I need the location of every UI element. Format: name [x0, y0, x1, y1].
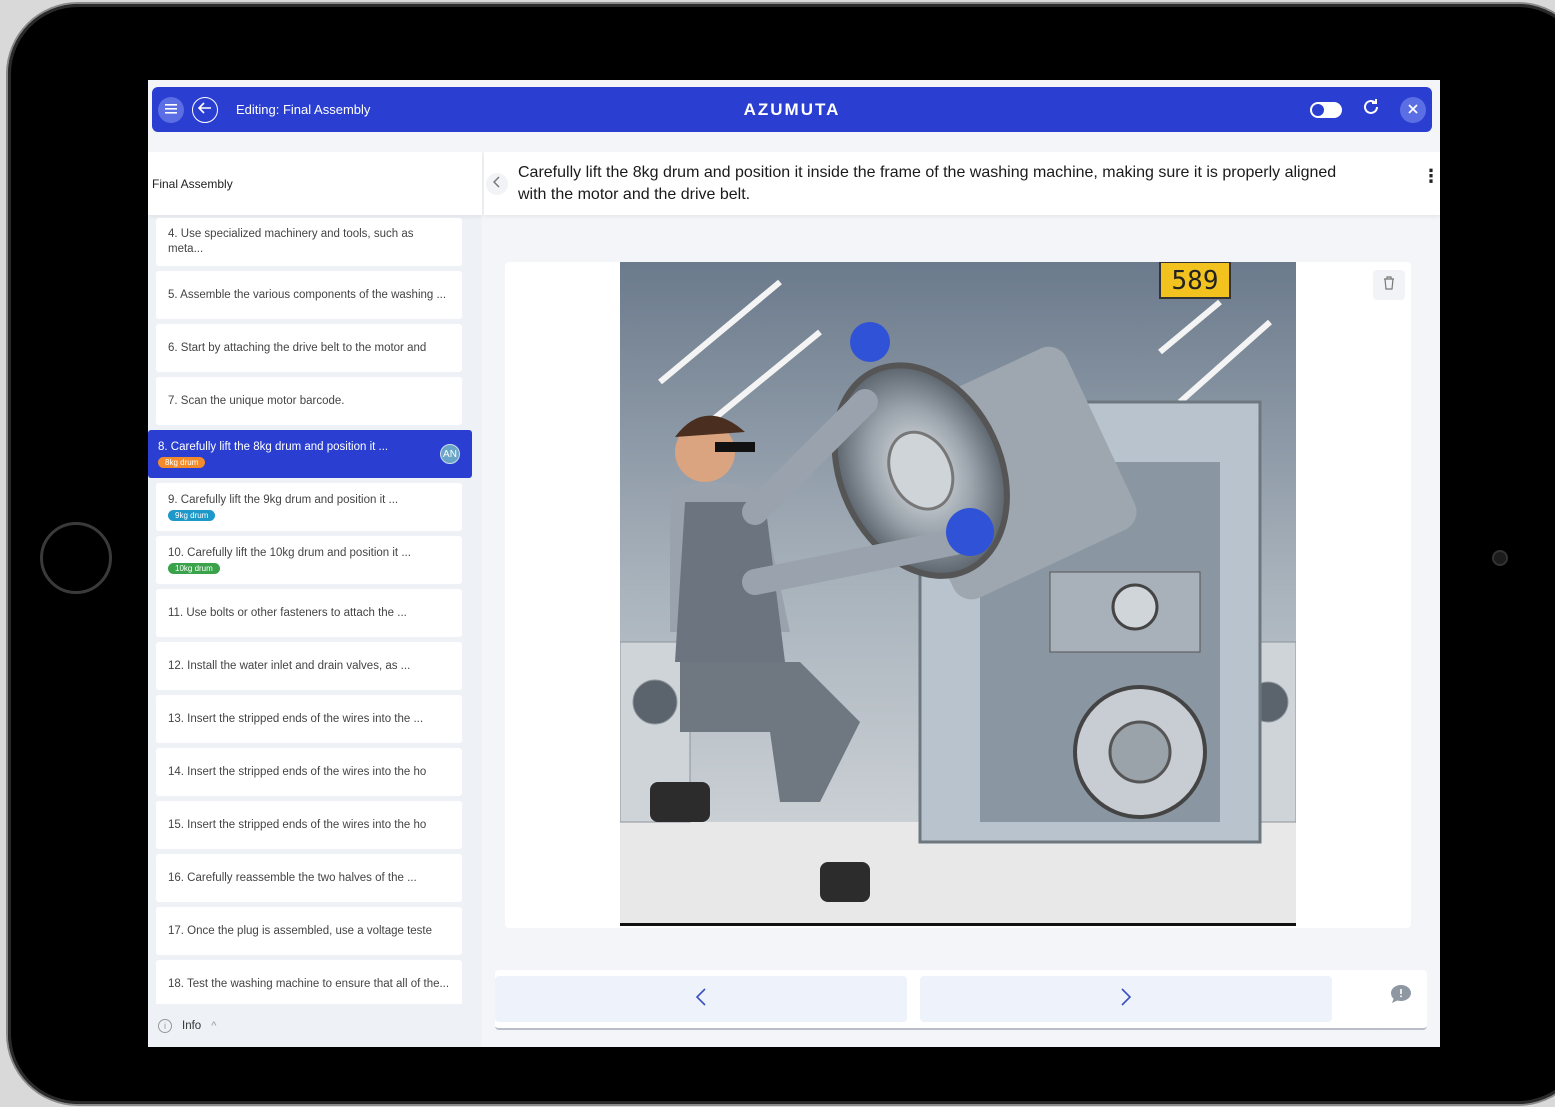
step-item-5[interactable]: 5. Assemble the various components of th… [156, 271, 462, 319]
top-bar-right [1310, 96, 1432, 123]
media-card: 589 [505, 262, 1411, 928]
step-item-11[interactable]: 11. Use bolts or other fasteners to atta… [156, 589, 462, 637]
back-button[interactable] [192, 96, 218, 123]
info-toggle[interactable]: i Info ^ [148, 1005, 482, 1047]
machine-number-label: 589 [1172, 266, 1219, 296]
menu-button[interactable] [158, 96, 184, 123]
step-list[interactable]: 4. Use specialized machinery and tools, … [148, 218, 482, 1004]
step-navigation [495, 970, 1427, 1030]
delete-media-button[interactable] [1373, 270, 1405, 300]
step-item-8-active[interactable]: 8. Carefully lift the 8kg drum and posit… [148, 430, 472, 478]
camera-dot [1492, 550, 1508, 566]
step-instruction: Carefully lift the 8kg drum and position… [518, 163, 1337, 203]
previous-step-button[interactable] [495, 976, 907, 1022]
sidebar-header: Final Assembly [148, 152, 482, 215]
hamburger-icon [165, 101, 177, 119]
home-button [40, 522, 112, 594]
info-label: Info [182, 1020, 202, 1032]
instruction-header: Carefully lift the 8kg drum and position… [484, 152, 1440, 215]
main-panel: Carefully lift the 8kg drum and position… [484, 152, 1440, 1047]
info-icon: i [158, 1019, 172, 1033]
steps-sidebar: Final Assembly 4. Use specialized machin… [148, 152, 482, 1047]
arrow-left-icon [197, 101, 212, 119]
step-label: 5. Assemble the various components of th… [168, 288, 447, 301]
step-label: 15. Insert the stripped ends of the wire… [168, 818, 427, 831]
step-tag-badge: 10kg drum [168, 563, 220, 574]
step-label: 18. Test the washing machine to ensure t… [168, 977, 450, 990]
step-item-15[interactable]: 15. Insert the stripped ends of the wire… [156, 801, 462, 849]
step-label: 13. Insert the stripped ends of the wire… [168, 712, 424, 725]
step-tag-badge: 8kg drum [158, 457, 206, 468]
step-item-4[interactable]: 4. Use specialized machinery and tools, … [156, 218, 462, 266]
step-label: 6. Start by attaching the drive belt to … [168, 341, 427, 354]
step-item-12[interactable]: 12. Install the water inlet and drain va… [156, 642, 462, 690]
app-screen: Editing: Final Assembly AZUMUTA Final As… [148, 80, 1440, 1047]
step-label: 9. Carefully lift the 9kg drum and posit… [168, 494, 399, 506]
step-label: 14. Insert the stripped ends of the wire… [168, 765, 427, 778]
step-label: 4. Use specialized machinery and tools, … [168, 228, 414, 255]
next-step-button[interactable] [920, 976, 1332, 1022]
chevron-left-icon [695, 987, 706, 1011]
mode-toggle[interactable] [1310, 101, 1342, 118]
page-title: Editing: Final Assembly [236, 102, 371, 117]
refresh-icon[interactable] [1362, 98, 1380, 121]
step-label: 7. Scan the unique motor barcode. [168, 394, 345, 407]
step-item-9[interactable]: 9. Carefully lift the 9kg drum and posit… [156, 483, 462, 531]
comment-icon [1390, 984, 1412, 1009]
step-item-17[interactable]: 17. Once the plug is assembled, use a vo… [156, 907, 462, 955]
step-item-13[interactable]: 13. Insert the stripped ends of the wire… [156, 695, 462, 743]
step-item-16[interactable]: 16. Carefully reassemble the two halves … [156, 854, 462, 902]
step-item-6[interactable]: 6. Start by attaching the drive belt to … [156, 324, 462, 372]
close-icon [1408, 101, 1418, 119]
chevron-up-icon: ^ [211, 1020, 217, 1032]
step-label: 10. Carefully lift the 10kg drum and pos… [168, 547, 411, 559]
close-button[interactable] [1400, 96, 1426, 123]
trash-icon [1383, 275, 1395, 295]
step-label: 8. Carefully lift the 8kg drum and posit… [158, 441, 389, 453]
comment-button[interactable] [1389, 984, 1413, 1008]
step-label: 16. Carefully reassemble the two halves … [168, 871, 417, 884]
step-label: 17. Once the plug is assembled, use a vo… [168, 924, 433, 937]
step-item-10[interactable]: 10. Carefully lift the 10kg drum and pos… [156, 536, 462, 584]
top-bar-left: Editing: Final Assembly [152, 96, 552, 123]
step-item-14[interactable]: 14. Insert the stripped ends of the wire… [156, 748, 462, 796]
assembly-photo: 589 [620, 262, 1296, 926]
step-label: 11. Use bolts or other fasteners to atta… [168, 606, 407, 619]
step-tag-badge: 9kg drum [168, 510, 216, 521]
step-item-18[interactable]: 18. Test the washing machine to ensure t… [156, 960, 462, 1004]
top-bar: Editing: Final Assembly AZUMUTA [152, 87, 1432, 132]
collapse-sidebar-button[interactable] [486, 172, 508, 195]
step-item-7[interactable]: 7. Scan the unique motor barcode. [156, 377, 462, 425]
avatar: AN [440, 444, 460, 464]
chevron-right-icon [1121, 987, 1132, 1011]
chevron-left-icon [492, 176, 501, 191]
step-label: 12. Install the water inlet and drain va… [168, 659, 411, 672]
more-options-icon[interactable]: ⋮ [1422, 167, 1440, 185]
